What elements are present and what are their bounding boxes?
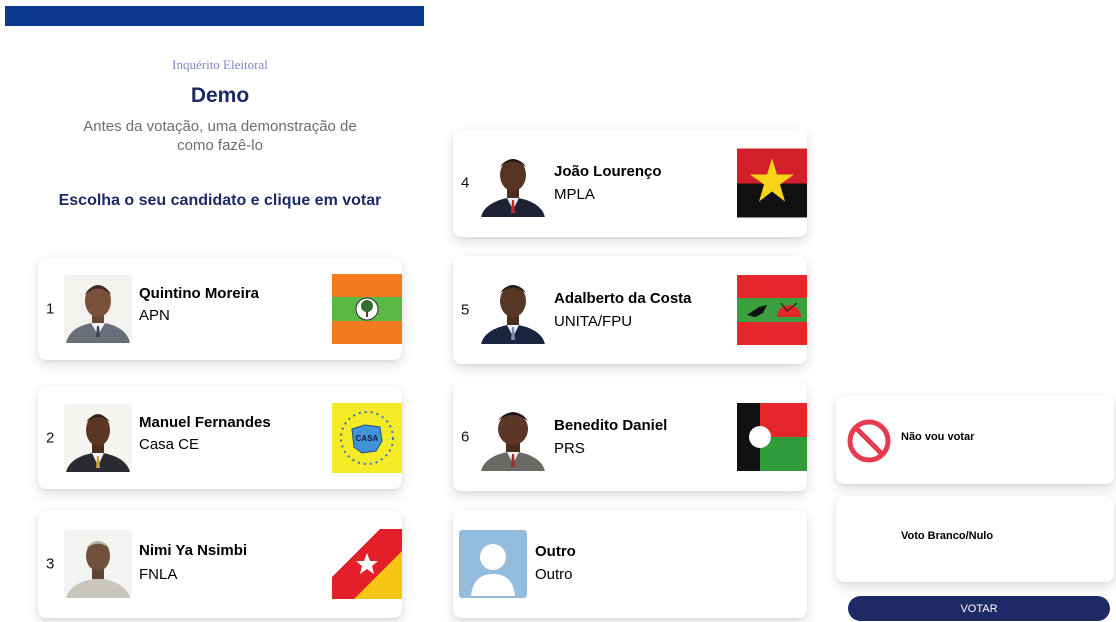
candidate-card-5[interactable]: 5 Adalberto da Costa UNITA/FPU — [453, 256, 807, 364]
candidate-name: Benedito Daniel — [554, 417, 668, 434]
candidate-card-4[interactable]: 4 João Lourenço MPLA — [453, 129, 807, 237]
candidate-name: Outro — [535, 543, 576, 560]
candidate-number: 5 — [461, 301, 470, 319]
apn-flag — [332, 273, 402, 344]
no-vote-label: Não vou votar — [901, 431, 975, 443]
blank-vote-option[interactable]: Voto Branco/Nulo — [836, 496, 1114, 582]
blank-vote-label: Voto Branco/Nulo — [901, 530, 994, 542]
candidate-name: Adalberto da Costa — [554, 290, 692, 307]
mpla-flag — [737, 148, 807, 218]
prohibited-icon — [846, 418, 892, 464]
candidate-party: FNLA — [139, 566, 178, 583]
candidate-name: Nimi Ya Nsimbi — [139, 542, 248, 559]
candidate-name: Quintino Moreira — [139, 285, 259, 302]
candidate-photo — [64, 403, 132, 472]
top-bar — [5, 6, 424, 26]
fnla-flag — [332, 529, 402, 599]
candidate-card-other[interactable]: Outro Outro — [453, 510, 807, 618]
candidate-party: Outro — [535, 566, 573, 583]
candidate-photo — [479, 276, 547, 344]
candidate-number: 1 — [46, 300, 55, 317]
candidate-party: UNITA/FPU — [554, 313, 633, 330]
casa-ce-flag-mark: CASA — [356, 434, 379, 443]
candidate-party: MPLA — [554, 186, 595, 203]
unita-flag — [737, 275, 807, 345]
candidate-number: 3 — [46, 555, 55, 573]
candidate-party: PRS — [554, 440, 585, 457]
candidate-card-2[interactable]: 2 Manuel Fernandes Casa CE CASA — [38, 386, 402, 489]
default-avatar-icon — [459, 530, 527, 598]
candidate-photo — [479, 403, 547, 471]
prs-flag — [737, 403, 807, 471]
page-title: Demo — [190, 84, 250, 107]
instruction-text: Escolha o seu candidato e clique em vota… — [58, 192, 382, 209]
candidate-party: Casa CE — [139, 436, 200, 453]
candidate-photo — [64, 530, 132, 598]
candidate-number: 6 — [461, 428, 470, 446]
candidate-photo — [479, 149, 547, 217]
candidate-name: Manuel Fernandes — [139, 414, 271, 431]
candidate-number: 2 — [46, 429, 55, 446]
page-subtitle: Antes da votação, uma demonstração de co… — [83, 118, 357, 154]
candidate-number: 4 — [461, 174, 470, 192]
candidate-card-1[interactable]: 1 Quintino Moreira APN — [38, 257, 402, 360]
casa-ce-flag: CASA — [332, 402, 402, 473]
candidate-card-3[interactable]: 3 Nimi Ya Nsimbi FNLA — [38, 510, 402, 618]
candidate-party: APN — [139, 307, 170, 324]
survey-label: Inquérito Eleitoral — [172, 57, 268, 72]
candidate-name: João Lourenço — [554, 163, 662, 180]
vote-button[interactable]: VOTAR — [848, 596, 1110, 621]
no-vote-option[interactable]: Não vou votar — [836, 396, 1114, 484]
candidate-card-6[interactable]: 6 Benedito Daniel PRS — [453, 383, 807, 491]
candidate-photo — [64, 274, 132, 343]
